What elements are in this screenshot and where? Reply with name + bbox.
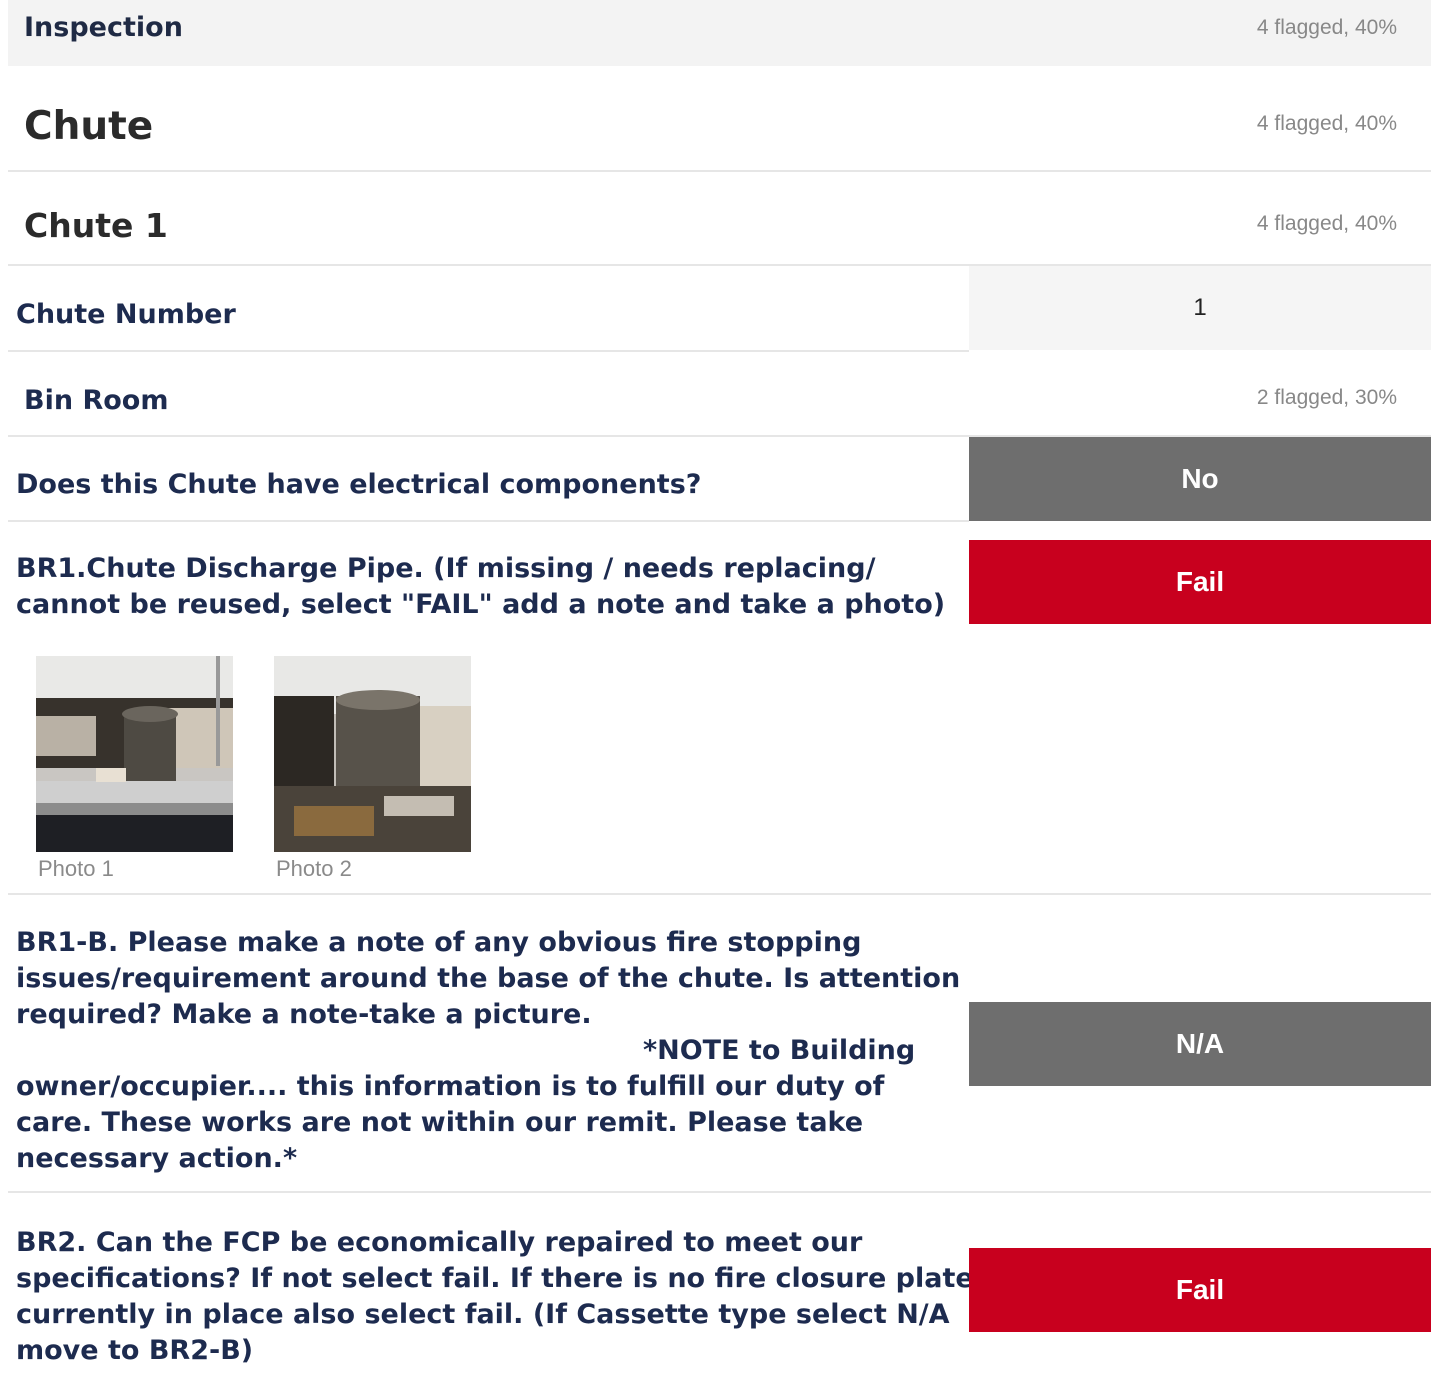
br1-answer-button[interactable]: Fail (969, 540, 1431, 624)
section-chute-1[interactable]: Chute 1 4 flagged, 40% (8, 172, 1431, 264)
br1b-question-line: issues/requirement around the base of th… (16, 963, 961, 994)
br2-question: BR2. Can the FCP be economically repaire… (16, 1225, 974, 1369)
photo-thumbnail-1[interactable] (36, 656, 233, 852)
chute-number-label: Chute Number (16, 299, 236, 330)
section-chute[interactable]: Chute 4 flagged, 40% (8, 66, 1431, 170)
br1b-answer-button[interactable]: N/A (969, 1002, 1431, 1086)
divider (8, 1191, 1431, 1193)
chute-status: 4 flagged, 40% (1256, 112, 1397, 135)
chute-1-title: Chute 1 (24, 206, 168, 245)
divider (8, 893, 1431, 895)
photo-2-caption: Photo 2 (276, 856, 352, 881)
inspection-status: 4 flagged, 40% (1256, 16, 1397, 39)
br2-question-line: specifications? If not select fail. If t… (16, 1263, 974, 1294)
br1b-question-line: owner/occupier.... this information is t… (16, 1071, 885, 1102)
divider (8, 520, 969, 522)
photo-thumbnail-2[interactable] (274, 656, 471, 852)
br1b-question: BR1-B. Please make a note of any obvious… (16, 925, 960, 1177)
br1b-question-line: required? Make a note-take a picture. (16, 999, 592, 1030)
br1-question: BR1.Chute Discharge Pipe. (If missing / … (16, 551, 945, 623)
br2-question-line: currently in place also select fail. (If… (16, 1299, 950, 1330)
inspection-header[interactable]: Inspection 4 flagged, 40% (8, 0, 1431, 66)
chute-1-status: 4 flagged, 40% (1256, 212, 1397, 235)
br2-answer-button[interactable]: Fail (969, 1248, 1431, 1332)
photo-1-caption: Photo 1 (38, 856, 114, 881)
br1b-question-line: necessary action.* (16, 1143, 298, 1174)
bin-room-title: Bin Room (24, 385, 169, 416)
br1b-question-line: BR1-B. Please make a note of any obvious… (16, 927, 862, 958)
section-bin-room[interactable]: Bin Room 2 flagged, 30% (8, 352, 1431, 436)
br1b-question-line: *NOTE to Building (643, 1035, 916, 1066)
br1b-question-line: care. These works are not within our rem… (16, 1107, 864, 1138)
inspection-title: Inspection (24, 12, 183, 43)
chute-number-value[interactable]: 1 (969, 266, 1431, 350)
br1-question-line: cannot be reused, select "FAIL" add a no… (16, 589, 946, 620)
electrical-answer-button[interactable]: No (969, 437, 1431, 521)
br1-question-line: BR1.Chute Discharge Pipe. (If missing / … (16, 553, 876, 584)
br2-question-line: move to BR2-B) (16, 1335, 254, 1366)
bin-room-status: 2 flagged, 30% (1256, 386, 1397, 409)
br2-question-line: BR2. Can the FCP be economically repaire… (16, 1227, 863, 1258)
chute-title: Chute (24, 104, 154, 149)
electrical-question: Does this Chute have electrical componen… (16, 469, 702, 500)
